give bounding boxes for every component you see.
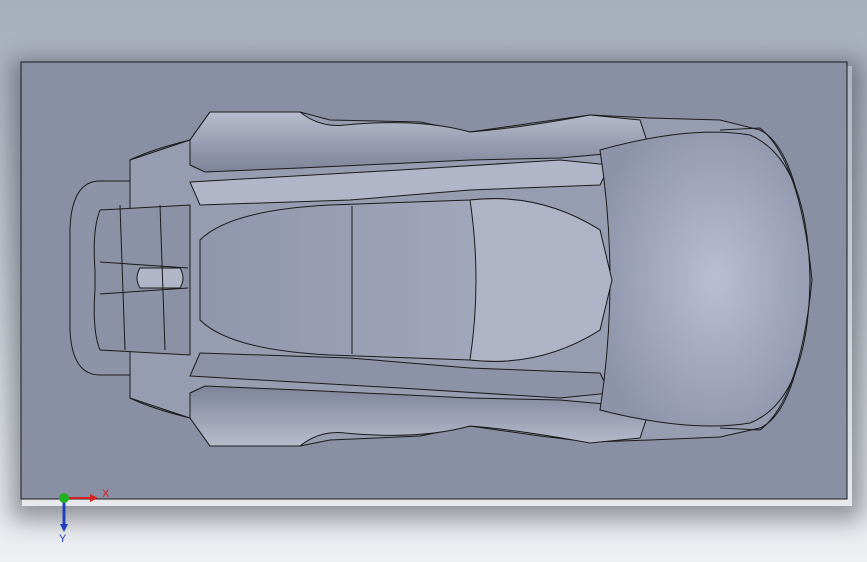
x-arrowhead xyxy=(90,494,98,502)
graphics-viewport[interactable]: X Y xyxy=(0,0,867,562)
car-body xyxy=(69,111,813,447)
y-axis-label: Y xyxy=(59,533,67,544)
y-arrowhead xyxy=(60,524,68,532)
origin-dot xyxy=(59,493,69,503)
rear-intake xyxy=(136,267,184,289)
x-axis-label: X xyxy=(102,488,110,500)
car-body-model[interactable] xyxy=(0,0,867,562)
hood xyxy=(599,131,811,427)
coordinate-triad: X Y xyxy=(59,488,110,544)
